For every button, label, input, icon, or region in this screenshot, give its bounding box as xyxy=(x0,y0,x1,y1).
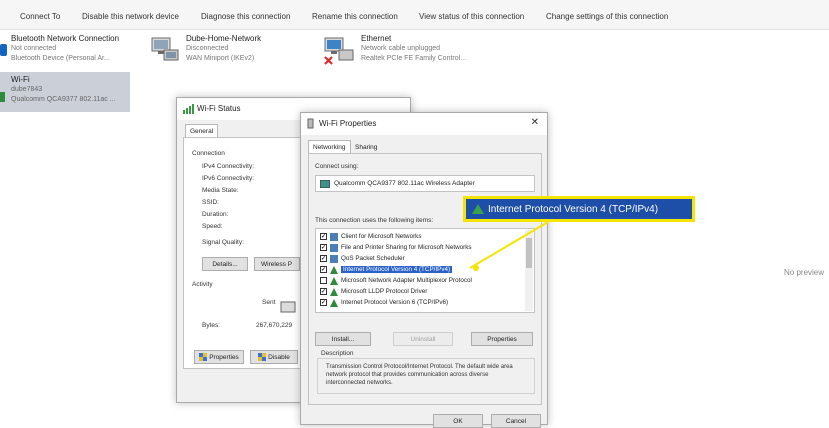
protocol-icon xyxy=(472,204,484,214)
callout-connector xyxy=(469,221,549,271)
callout-label: Internet Protocol Version 4 (TCP/IPv4) xyxy=(488,203,659,215)
ipv4-callout: Internet Protocol Version 4 (TCP/IPv4) xyxy=(463,196,695,222)
